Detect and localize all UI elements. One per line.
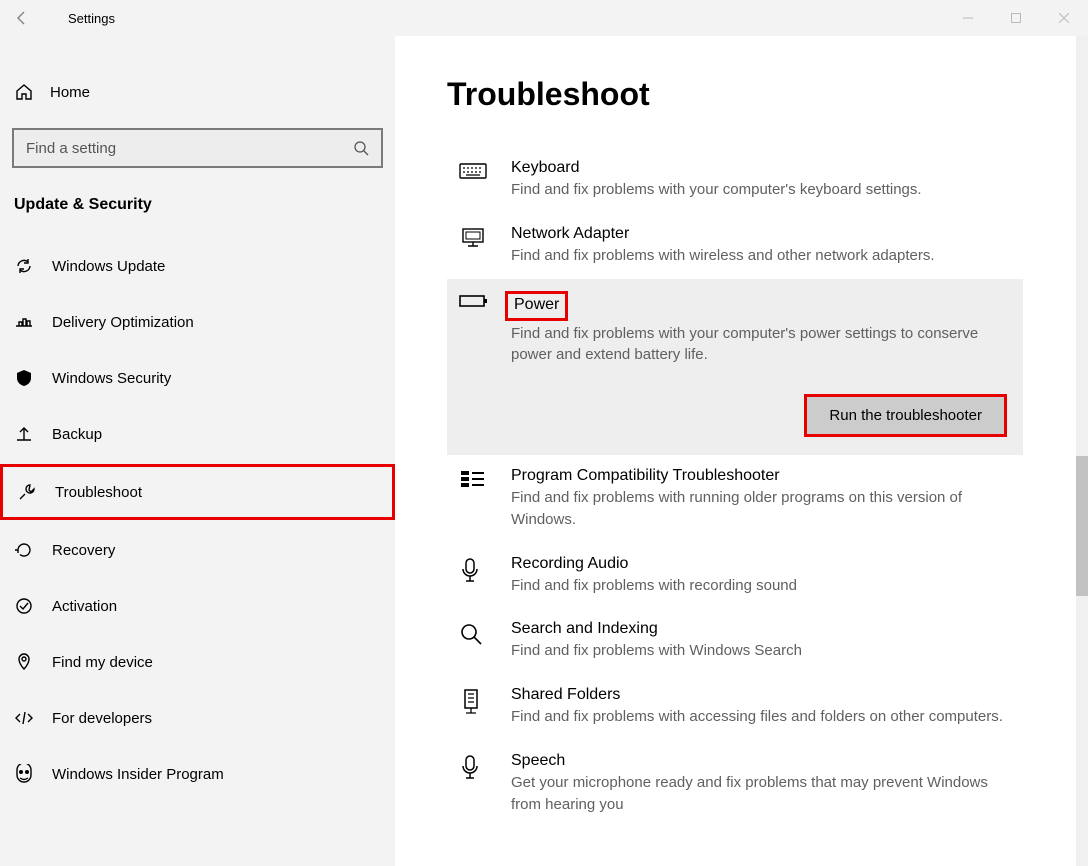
- search-icon: [353, 140, 369, 156]
- troubleshoot-title: Network Adapter: [511, 225, 1013, 243]
- sidebar-item-delivery-optimization[interactable]: Delivery Optimization: [0, 294, 395, 350]
- delivery-icon: [14, 312, 34, 332]
- troubleshoot-item-program-compatibility[interactable]: Program Compatibility Troubleshooter Fin…: [447, 455, 1023, 543]
- troubleshoot-desc: Find and fix problems with recording sou…: [511, 575, 1013, 597]
- search-indexing-icon: [459, 620, 489, 662]
- troubleshoot-desc: Find and fix problems with your computer…: [511, 179, 1013, 201]
- maximize-button[interactable]: [992, 0, 1040, 36]
- sidebar-item-label: Backup: [52, 426, 102, 443]
- microphone-icon: [459, 555, 489, 597]
- troubleshoot-item-keyboard[interactable]: Keyboard Find and fix problems with your…: [447, 147, 1023, 213]
- troubleshoot-desc: Find and fix problems with accessing fil…: [511, 706, 1013, 728]
- sidebar-item-windows-update[interactable]: Windows Update: [0, 238, 395, 294]
- troubleshoot-item-network[interactable]: Network Adapter Find and fix problems wi…: [447, 213, 1023, 279]
- sidebar-item-troubleshoot[interactable]: Troubleshoot: [0, 464, 395, 520]
- shared-folders-icon: [459, 686, 489, 728]
- troubleshoot-item-power[interactable]: Power Find and fix problems with your co…: [447, 279, 1023, 456]
- sidebar-item-label: Find my device: [52, 654, 153, 671]
- troubleshoot-title: Program Compatibility Troubleshooter: [511, 467, 1013, 485]
- sidebar-item-for-developers[interactable]: For developers: [0, 690, 395, 746]
- network-icon: [459, 225, 489, 267]
- titlebar: Settings: [0, 0, 1088, 36]
- troubleshoot-list: Keyboard Find and fix problems with your…: [447, 147, 1023, 827]
- troubleshoot-desc: Get your microphone ready and fix proble…: [511, 772, 1013, 816]
- update-icon: [14, 256, 34, 276]
- home-icon: [14, 82, 34, 102]
- insider-icon: [14, 764, 34, 784]
- main-content: Troubleshoot Keyboard Find and fix probl…: [395, 36, 1088, 866]
- sidebar-item-home[interactable]: Home: [0, 66, 395, 118]
- close-icon: [1059, 13, 1069, 23]
- sidebar-section-label: Update & Security: [0, 168, 395, 238]
- troubleshoot-title: Shared Folders: [511, 686, 1013, 704]
- sidebar-home-label: Home: [50, 84, 90, 101]
- troubleshoot-item-shared-folders[interactable]: Shared Folders Find and fix problems wit…: [447, 674, 1023, 740]
- backup-icon: [14, 424, 34, 444]
- sidebar-item-label: Windows Update: [52, 258, 165, 275]
- page-heading: Troubleshoot: [447, 76, 1036, 113]
- sidebar-item-label: Recovery: [52, 542, 115, 559]
- minimize-icon: [963, 13, 973, 23]
- power-icon: [459, 291, 489, 367]
- activation-icon: [14, 596, 34, 616]
- sidebar-item-label: Delivery Optimization: [52, 314, 194, 331]
- sidebar-item-label: Activation: [52, 598, 117, 615]
- troubleshoot-icon: [17, 482, 37, 502]
- troubleshoot-desc: Find and fix problems with your computer…: [511, 323, 1013, 367]
- sidebar-item-recovery[interactable]: Recovery: [0, 522, 395, 578]
- troubleshoot-desc: Find and fix problems with wireless and …: [511, 245, 1013, 267]
- window-title: Settings: [68, 11, 115, 26]
- troubleshoot-desc: Find and fix problems with running older…: [511, 487, 1013, 531]
- sidebar-item-find-my-device[interactable]: Find my device: [0, 634, 395, 690]
- speech-icon: [459, 752, 489, 816]
- recovery-icon: [14, 540, 34, 560]
- maximize-icon: [1011, 13, 1021, 23]
- troubleshoot-item-recording-audio[interactable]: Recording Audio Find and fix problems wi…: [447, 543, 1023, 609]
- search-box[interactable]: [12, 128, 383, 168]
- troubleshoot-item-search-indexing[interactable]: Search and Indexing Find and fix problem…: [447, 608, 1023, 674]
- troubleshoot-title-highlight: Power: [505, 291, 568, 321]
- window-controls: [944, 0, 1088, 36]
- back-button[interactable]: [0, 0, 44, 36]
- troubleshoot-desc: Find and fix problems with Windows Searc…: [511, 640, 1013, 662]
- scrollbar[interactable]: [1076, 36, 1088, 866]
- troubleshoot-title: Recording Audio: [511, 555, 1013, 573]
- search-input[interactable]: [26, 140, 353, 157]
- troubleshoot-title: Keyboard: [511, 159, 1013, 177]
- troubleshoot-title: Search and Indexing: [511, 620, 1013, 638]
- sidebar: Home Update & Security Windows Update De…: [0, 36, 395, 866]
- sidebar-item-label: For developers: [52, 710, 152, 727]
- scrollbar-thumb[interactable]: [1076, 456, 1088, 596]
- close-button[interactable]: [1040, 0, 1088, 36]
- troubleshoot-item-speech[interactable]: Speech Get your microphone ready and fix…: [447, 740, 1023, 828]
- sidebar-item-label: Windows Insider Program: [52, 766, 224, 783]
- run-troubleshooter-button[interactable]: Run the troubleshooter: [804, 394, 1007, 437]
- sidebar-item-label: Troubleshoot: [55, 484, 142, 501]
- sidebar-item-label: Windows Security: [52, 370, 171, 387]
- compatibility-icon: [459, 467, 489, 531]
- keyboard-icon: [459, 159, 489, 201]
- security-icon: [14, 368, 34, 388]
- developers-icon: [14, 708, 34, 728]
- sidebar-item-activation[interactable]: Activation: [0, 578, 395, 634]
- find-device-icon: [14, 652, 34, 672]
- sidebar-item-backup[interactable]: Backup: [0, 406, 395, 462]
- back-arrow-icon: [14, 10, 30, 26]
- sidebar-item-insider-program[interactable]: Windows Insider Program: [0, 746, 395, 802]
- troubleshoot-title: Speech: [511, 752, 1013, 770]
- sidebar-item-windows-security[interactable]: Windows Security: [0, 350, 395, 406]
- minimize-button[interactable]: [944, 0, 992, 36]
